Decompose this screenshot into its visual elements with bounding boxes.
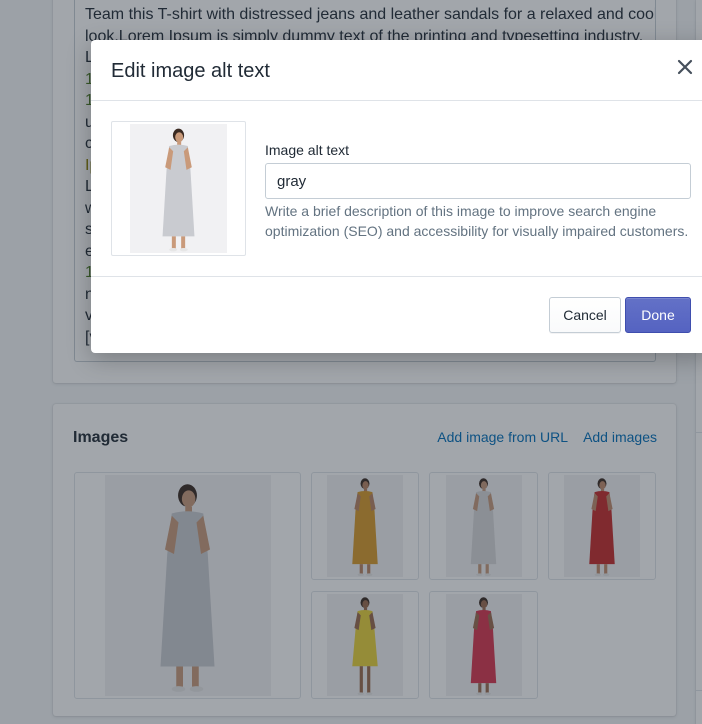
alt-text-input[interactable] (265, 163, 691, 199)
done-button[interactable]: Done (625, 297, 691, 333)
alt-text-label: Image alt text (265, 142, 350, 158)
alt-text-help-text: Write a brief description of this image … (265, 203, 689, 239)
cancel-button[interactable]: Cancel (549, 297, 621, 333)
edit-alt-text-modal: Edit image alt text Image alt text Write… (91, 40, 702, 353)
close-icon[interactable] (675, 57, 695, 77)
modal-body: Image alt text Write a brief description… (91, 101, 702, 277)
modal-header: Edit image alt text (91, 40, 702, 101)
modal-title: Edit image alt text (111, 60, 270, 82)
image-preview (111, 121, 246, 256)
